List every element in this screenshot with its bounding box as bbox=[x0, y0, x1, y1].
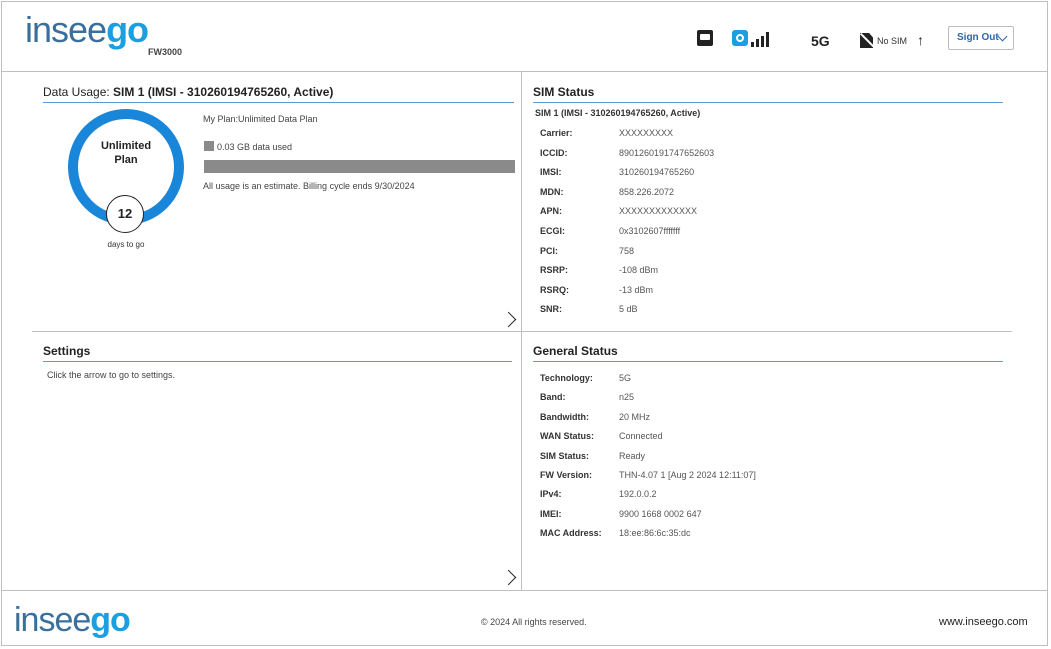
sim-status-label: ECGI: bbox=[540, 226, 566, 236]
sim-status-label: RSRQ: bbox=[540, 284, 569, 295]
data-usage-arrow-icon[interactable] bbox=[500, 311, 517, 328]
footer-logo-text-right: go bbox=[90, 601, 131, 639]
general-status-value: 192.0.0.2 bbox=[619, 489, 657, 500]
chevron-down-icon bbox=[997, 31, 1008, 42]
app-frame: inseego FW3000 5G No SIM ↑ Sign Out Data… bbox=[1, 1, 1048, 646]
sim-status-label: Carrier: bbox=[540, 128, 573, 138]
general-status-label: IMEI: bbox=[540, 508, 562, 519]
general-status-value: THN-4.07 1 [Aug 2 2024 12:11:07] bbox=[619, 470, 756, 480]
general-status-value: n25 bbox=[619, 392, 635, 403]
sim-status-value: -108 dBm bbox=[619, 265, 659, 276]
settings-text: Click the arrow to go to settings. bbox=[47, 370, 176, 380]
sign-out-label: Sign Out bbox=[957, 32, 999, 43]
sign-out-button[interactable]: Sign Out bbox=[948, 26, 1014, 50]
signal-bars-icon bbox=[751, 31, 773, 47]
sim-status-rule bbox=[533, 102, 1003, 103]
gauge-line1: Unlimited bbox=[100, 140, 152, 152]
sim-status-label: SNR: bbox=[540, 304, 562, 315]
general-status-value: 18:ee:86:6c:35:dc bbox=[619, 528, 691, 539]
data-usage-label: Data Usage: bbox=[43, 85, 110, 99]
sim-status-title: SIM Status bbox=[533, 85, 595, 99]
footer: inseego © 2024 All rights reserved. www.… bbox=[2, 590, 1047, 647]
gauge-label: Unlimited Plan bbox=[68, 139, 184, 167]
settings-arrow-icon[interactable] bbox=[500, 569, 517, 586]
general-status-label: Band: bbox=[540, 392, 566, 403]
sim-status-value: 0x3102607fffffff bbox=[619, 226, 681, 236]
sim-status-value: 758 bbox=[619, 245, 635, 256]
general-status-value: 9900 1668 0002 647 bbox=[619, 508, 702, 519]
data-used: 0.03 GB data used bbox=[217, 142, 293, 152]
sim-status-value: 310260194765260 bbox=[619, 167, 695, 178]
footer-logo-text-left: insee bbox=[14, 601, 91, 639]
general-status-label: MAC Address: bbox=[540, 528, 602, 539]
plan-label: My Plan:Unlimited Data Plan bbox=[203, 114, 318, 124]
sim-status-label: RSRP: bbox=[540, 265, 569, 276]
general-status-label: WAN Status: bbox=[540, 431, 594, 442]
settings-title: Settings bbox=[43, 344, 91, 358]
device-model: FW3000 bbox=[148, 47, 183, 57]
general-status-label: Technology: bbox=[540, 373, 593, 383]
wifi-icon[interactable] bbox=[732, 30, 748, 46]
logo-text-right: go bbox=[106, 9, 149, 50]
general-status-value: 20 MHz bbox=[619, 411, 651, 422]
logo-text-left: insee bbox=[25, 9, 107, 50]
sim-status-value: -13 dBm bbox=[619, 284, 654, 295]
billing-note: All usage is an estimate. Billing cycle … bbox=[203, 181, 415, 191]
general-status-value: 5G bbox=[619, 373, 632, 383]
settings-rule bbox=[43, 361, 512, 362]
panel-divider-left bbox=[32, 331, 521, 332]
sim-status-label: ICCID: bbox=[540, 147, 568, 158]
sim-status-label: MDN: bbox=[540, 186, 564, 197]
sim-status-indicator: No SIM bbox=[877, 36, 908, 46]
panel-divider-right bbox=[522, 331, 1012, 332]
sim-status-subtitle: SIM 1 (IMSI - 310260194765260, Active) bbox=[535, 108, 701, 118]
general-status-label: SIM Status: bbox=[540, 450, 590, 461]
general-status-label: Bandwidth: bbox=[540, 411, 589, 422]
days-remaining: 12 bbox=[106, 195, 144, 233]
general-status-label: FW Version: bbox=[540, 470, 593, 480]
upload-arrow-icon: ↑ bbox=[917, 32, 924, 48]
sim-status-value: 8901260191747652603 bbox=[619, 147, 715, 158]
sim-status-value: XXXXXXXXXXXXX bbox=[619, 206, 698, 217]
data-usage-rule bbox=[43, 102, 514, 103]
sim-status-value: XXXXXXXXX bbox=[619, 128, 674, 138]
sim-status-label: APN: bbox=[540, 206, 562, 217]
general-status-value: Connected bbox=[619, 431, 663, 442]
general-status-value: Ready bbox=[619, 450, 646, 461]
gauge-line2: Plan bbox=[114, 154, 138, 166]
no-sim-icon bbox=[860, 33, 873, 48]
sim-status-value: 858.226.2072 bbox=[619, 186, 675, 197]
ethernet-icon[interactable] bbox=[697, 30, 713, 46]
network-type: 5G bbox=[811, 33, 830, 49]
general-status-label: IPv4: bbox=[540, 489, 562, 500]
footer-logo[interactable]: inseego bbox=[14, 601, 131, 639]
header: inseego FW3000 5G No SIM ↑ Sign Out bbox=[2, 2, 1047, 72]
copyright: © 2024 All rights reserved. bbox=[481, 617, 587, 627]
usage-bar bbox=[204, 160, 515, 173]
days-remaining-label: days to go bbox=[107, 240, 145, 249]
sim-status-label: IMSI: bbox=[540, 167, 562, 178]
website-link[interactable]: www.inseego.com bbox=[939, 616, 1028, 628]
data-usage-title: Data Usage: SIM 1 (IMSI - 31026019476526… bbox=[43, 85, 333, 99]
sim-status-label: PCI: bbox=[540, 245, 558, 256]
general-status-rule bbox=[533, 361, 1003, 362]
inseego-logo[interactable]: inseego bbox=[25, 9, 149, 50]
general-status-title: General Status bbox=[533, 344, 618, 358]
sim-status-value: 5 dB bbox=[619, 304, 638, 315]
data-usage-sim: SIM 1 (IMSI - 310260194765260, Active) bbox=[113, 85, 334, 99]
usage-legend-swatch bbox=[204, 141, 214, 151]
